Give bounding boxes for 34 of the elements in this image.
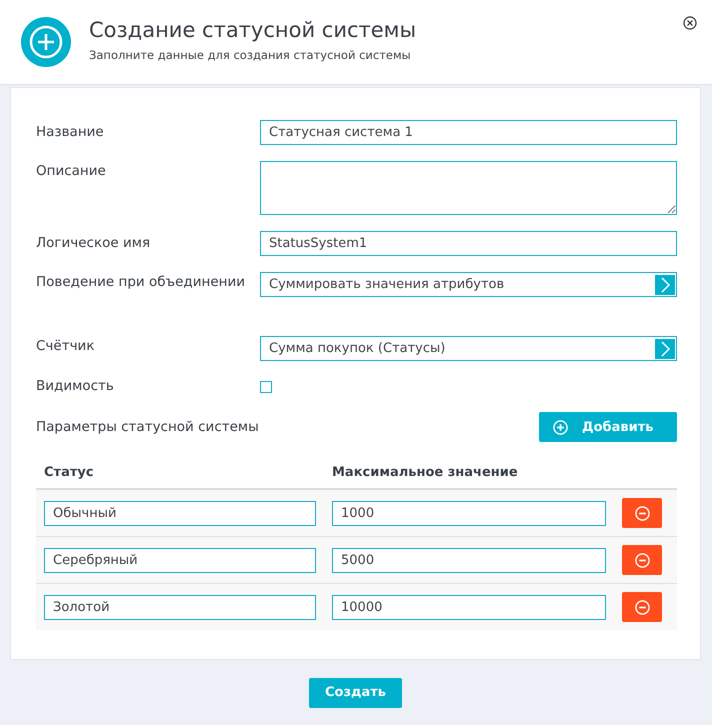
field-label: Счётчик (36, 337, 96, 356)
minus-icon (634, 600, 650, 614)
value-field[interactable]: 1000 (332, 500, 606, 526)
input-field[interactable]: StatusSystem1 (260, 231, 677, 256)
field-label: Логическое имя (36, 234, 152, 253)
value-field[interactable]: 5000 (332, 548, 606, 572)
remove-button[interactable] (622, 498, 662, 528)
status-field[interactable]: Обычный (44, 500, 316, 526)
field-label: Название (36, 123, 105, 142)
status-field[interactable]: Золотой (44, 594, 316, 620)
minus-icon (634, 552, 650, 568)
dialog-title: Создание статусной системы (89, 18, 416, 42)
dialog-subtitle: Заполните данные для создания статусной системы (89, 48, 412, 62)
add-icon (21, 17, 71, 67)
remove-button[interactable] (622, 545, 662, 575)
remove-button[interactable] (622, 592, 662, 622)
close-icon[interactable] (683, 16, 697, 30)
plus-icon (553, 420, 568, 434)
column-header: Статус (43, 464, 95, 480)
field-label: Поведение при объединении (36, 273, 246, 292)
select-field[interactable]: Сумма покупок (Статусы) (260, 336, 677, 361)
column-header: Максимальное значение (332, 464, 518, 480)
checkbox[interactable] (260, 381, 272, 393)
input-field[interactable]: Статусная система 1 (260, 120, 677, 145)
field-label: Видимость (36, 377, 115, 396)
select-field[interactable]: Суммировать значения атрибутов (260, 272, 677, 297)
value-field[interactable]: 10000 (332, 594, 606, 620)
field-label: Описание (36, 162, 107, 181)
text-area[interactable] (260, 161, 677, 215)
section-label: Параметры статусной системы (36, 418, 260, 437)
chevron-icon (655, 274, 675, 294)
minus-icon (634, 506, 650, 520)
status-field[interactable]: Серебряный (44, 548, 316, 572)
chevron-icon (655, 338, 675, 358)
